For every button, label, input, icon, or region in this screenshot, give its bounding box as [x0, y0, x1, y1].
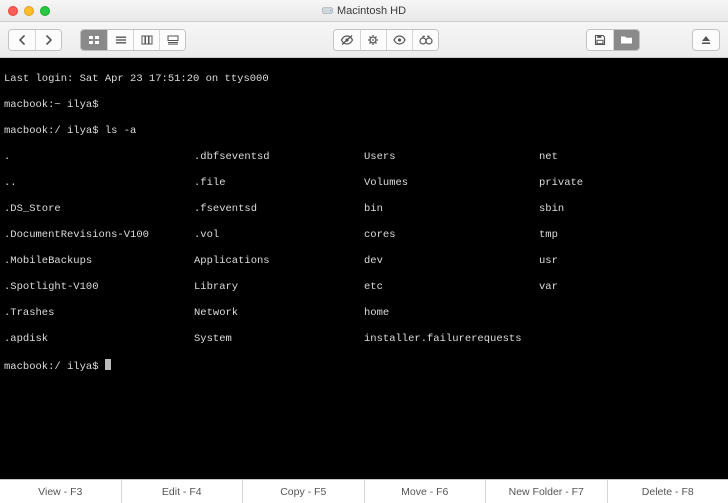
eye-off-icon — [340, 34, 354, 46]
ls-item: .Spotlight-V100 — [4, 281, 194, 294]
terminal-prompt: macbook:~ ilya$ — [4, 99, 99, 111]
ls-item: .Trashes — [4, 307, 194, 320]
titlebar: Macintosh HD — [0, 0, 728, 22]
ls-item: dev — [364, 255, 539, 268]
ls-item: Volumes — [364, 177, 539, 190]
eject-button[interactable] — [692, 29, 720, 51]
coverflow-icon — [167, 35, 179, 45]
ls-item: Applications — [194, 255, 364, 268]
ls-item: .DS_Store — [4, 203, 194, 216]
ls-item: usr — [539, 255, 558, 268]
ls-output-row: .DocumentRevisions-V100.volcorestmp — [4, 229, 724, 242]
copy-f5-label: Copy - F5 — [280, 486, 326, 498]
window-title: Macintosh HD — [0, 5, 728, 17]
ls-output-row: .Spotlight-V100Libraryetcvar — [4, 281, 724, 294]
floppy-icon — [594, 34, 606, 46]
ls-item: private — [539, 177, 583, 190]
gear-icon — [367, 34, 381, 46]
view-coverflow-button[interactable] — [159, 30, 185, 50]
ls-item: Library — [194, 281, 364, 294]
terminal-last-login: Last login: Sat Apr 23 17:51:20 on ttys0… — [4, 73, 724, 86]
ls-item: sbin — [539, 203, 564, 216]
view-f3-button[interactable]: View - F3 — [0, 480, 122, 503]
edit-f4-button[interactable]: Edit - F4 — [122, 480, 244, 503]
function-key-toolbar: View - F3 Edit - F4 Copy - F5 Move - F6 … — [0, 479, 728, 503]
newfolder-f7-button[interactable]: New Folder - F7 — [486, 480, 608, 503]
terminal-command: ls -a — [105, 125, 137, 137]
view-columns-button[interactable] — [133, 30, 159, 50]
center-segment — [333, 29, 439, 51]
window-title-text: Macintosh HD — [337, 5, 406, 17]
hard-disk-icon — [322, 5, 333, 16]
ls-item: .fseventsd — [194, 203, 364, 216]
ls-item: .dbfseventsd — [194, 151, 364, 164]
ls-item: .MobileBackups — [4, 255, 194, 268]
move-f6-label: Move - F6 — [401, 486, 448, 498]
view-f3-label: View - F3 — [38, 486, 82, 498]
close-window-button[interactable] — [8, 6, 18, 16]
ls-output-row: .MobileBackupsApplicationsdevusr — [4, 255, 724, 268]
terminal-cursor — [105, 359, 111, 370]
move-f6-button[interactable]: Move - F6 — [365, 480, 487, 503]
delete-f8-button[interactable]: Delete - F8 — [608, 480, 728, 503]
columns-icon — [141, 35, 153, 45]
minimize-window-button[interactable] — [24, 6, 34, 16]
ls-item: etc — [364, 281, 539, 294]
eject-icon — [700, 34, 712, 46]
ls-output-row: .TrashesNetworkhome — [4, 307, 724, 320]
chevron-left-icon — [18, 35, 26, 45]
window-controls — [0, 6, 50, 16]
back-button[interactable] — [9, 30, 35, 50]
ls-item: bin — [364, 203, 539, 216]
ls-item: . — [4, 151, 194, 164]
ls-output-row: .DS_Store.fseventsdbinsbin — [4, 203, 724, 216]
ls-item: tmp — [539, 229, 558, 242]
quicklook-button[interactable] — [412, 30, 438, 50]
ls-item: net — [539, 151, 558, 164]
grid-icon — [88, 35, 100, 45]
ls-item: .vol — [194, 229, 364, 242]
folder-button[interactable] — [613, 30, 639, 50]
copy-f5-button[interactable]: Copy - F5 — [243, 480, 365, 503]
terminal-prompt: macbook:/ ilya$ — [4, 361, 105, 373]
ls-item: .. — [4, 177, 194, 190]
chevron-right-icon — [45, 35, 53, 45]
ls-item: var — [539, 281, 558, 294]
view-icons-button[interactable] — [81, 30, 107, 50]
ls-item: Network — [194, 307, 364, 320]
edit-f4-label: Edit - F4 — [162, 486, 202, 498]
finder-window: Macintosh HD — [0, 0, 728, 503]
ls-item: Users — [364, 151, 539, 164]
ls-item: .apdisk — [4, 333, 194, 346]
save-button[interactable] — [587, 30, 613, 50]
view-list-button[interactable] — [107, 30, 133, 50]
terminal-panel[interactable]: Last login: Sat Apr 23 17:51:20 on ttys0… — [0, 58, 728, 479]
newfolder-f7-label: New Folder - F7 — [509, 486, 584, 498]
ls-item: .DocumentRevisions-V100 — [4, 229, 194, 242]
ls-output-row: ...fileVolumesprivate — [4, 177, 724, 190]
terminal-prompt: macbook:/ ilya$ — [4, 125, 105, 137]
right-segment — [586, 29, 640, 51]
eye-icon — [393, 34, 406, 46]
list-icon — [115, 35, 127, 45]
forward-button[interactable] — [35, 30, 61, 50]
ls-item: .file — [194, 177, 364, 190]
arrange-button[interactable] — [334, 30, 360, 50]
ls-item: cores — [364, 229, 539, 242]
share-button[interactable] — [386, 30, 412, 50]
ls-item: System — [194, 333, 364, 346]
ls-item: installer.failurerequests — [364, 333, 539, 346]
ls-output-row: ..dbfseventsdUsersnet — [4, 151, 724, 164]
binoculars-icon — [418, 34, 434, 46]
delete-f8-label: Delete - F8 — [642, 486, 694, 498]
zoom-window-button[interactable] — [40, 6, 50, 16]
ls-item: home — [364, 307, 539, 320]
nav-segment — [8, 29, 62, 51]
folder-icon — [620, 34, 633, 45]
view-mode-segment — [80, 29, 186, 51]
finder-toolbar — [0, 22, 728, 58]
ls-output-row: .apdiskSysteminstaller.failurerequests — [4, 333, 724, 346]
action-button[interactable] — [360, 30, 386, 50]
